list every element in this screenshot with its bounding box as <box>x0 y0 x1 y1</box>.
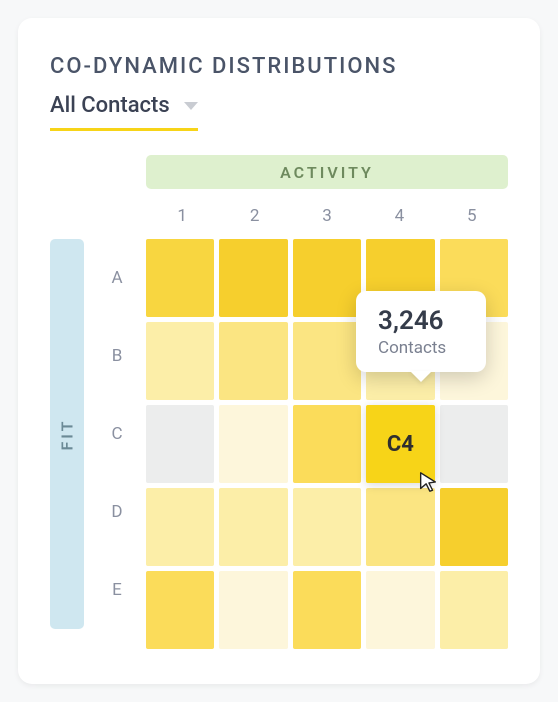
row-header: A <box>94 239 140 317</box>
row-header: D <box>94 473 140 551</box>
heatmap-cell[interactable] <box>293 405 361 483</box>
column-headers: 1 2 3 4 5 <box>146 199 508 233</box>
heatmap-cell[interactable] <box>146 571 214 649</box>
row-header: C <box>94 395 140 473</box>
col-header: 1 <box>146 199 218 233</box>
heatmap-cell[interactable] <box>146 322 214 400</box>
cell-tooltip: 3,246 Contacts <box>356 291 486 372</box>
x-axis-label: ACTIVITY <box>146 155 508 189</box>
tooltip-value: 3,246 <box>378 307 464 336</box>
heatmap-cell[interactable]: C4 <box>366 405 434 483</box>
heatmap-cell[interactable] <box>219 322 287 400</box>
y-axis-label: FIT <box>50 239 84 629</box>
heatmap-cell[interactable] <box>219 405 287 483</box>
heatmap-chart: ACTIVITY FIT 1 2 3 4 5 A B C D E C4 3,24… <box>50 155 508 635</box>
heatmap-cell[interactable] <box>440 405 508 483</box>
heatmap-cell[interactable] <box>293 488 361 566</box>
heatmap-cell[interactable] <box>440 488 508 566</box>
heatmap-cell[interactable] <box>219 488 287 566</box>
col-header: 2 <box>218 199 290 233</box>
filter-dropdown[interactable]: All Contacts <box>50 93 198 131</box>
row-header: E <box>94 551 140 629</box>
cursor-icon <box>417 471 439 493</box>
col-header: 5 <box>436 199 508 233</box>
filter-label: All Contacts <box>50 93 170 118</box>
distribution-card: CO-DYNAMIC DISTRIBUTIONS All Contacts AC… <box>18 18 540 684</box>
heatmap-cell[interactable] <box>293 571 361 649</box>
heatmap-cell[interactable] <box>146 405 214 483</box>
heatmap-cell[interactable] <box>293 239 361 317</box>
heatmap-cell[interactable] <box>440 571 508 649</box>
row-header: B <box>94 317 140 395</box>
row-headers: A B C D E <box>94 239 140 629</box>
heatmap-cell[interactable] <box>366 571 434 649</box>
heatmap-cell[interactable] <box>219 571 287 649</box>
chevron-down-icon <box>184 102 198 110</box>
col-header: 3 <box>291 199 363 233</box>
heatmap-cell[interactable] <box>366 488 434 566</box>
col-header: 4 <box>363 199 435 233</box>
heatmap-cell[interactable] <box>219 239 287 317</box>
card-title: CO-DYNAMIC DISTRIBUTIONS <box>50 54 508 79</box>
tooltip-label: Contacts <box>378 338 464 358</box>
heatmap-cell[interactable] <box>146 239 214 317</box>
heatmap-cell[interactable] <box>293 322 361 400</box>
heatmap-cell[interactable] <box>146 488 214 566</box>
